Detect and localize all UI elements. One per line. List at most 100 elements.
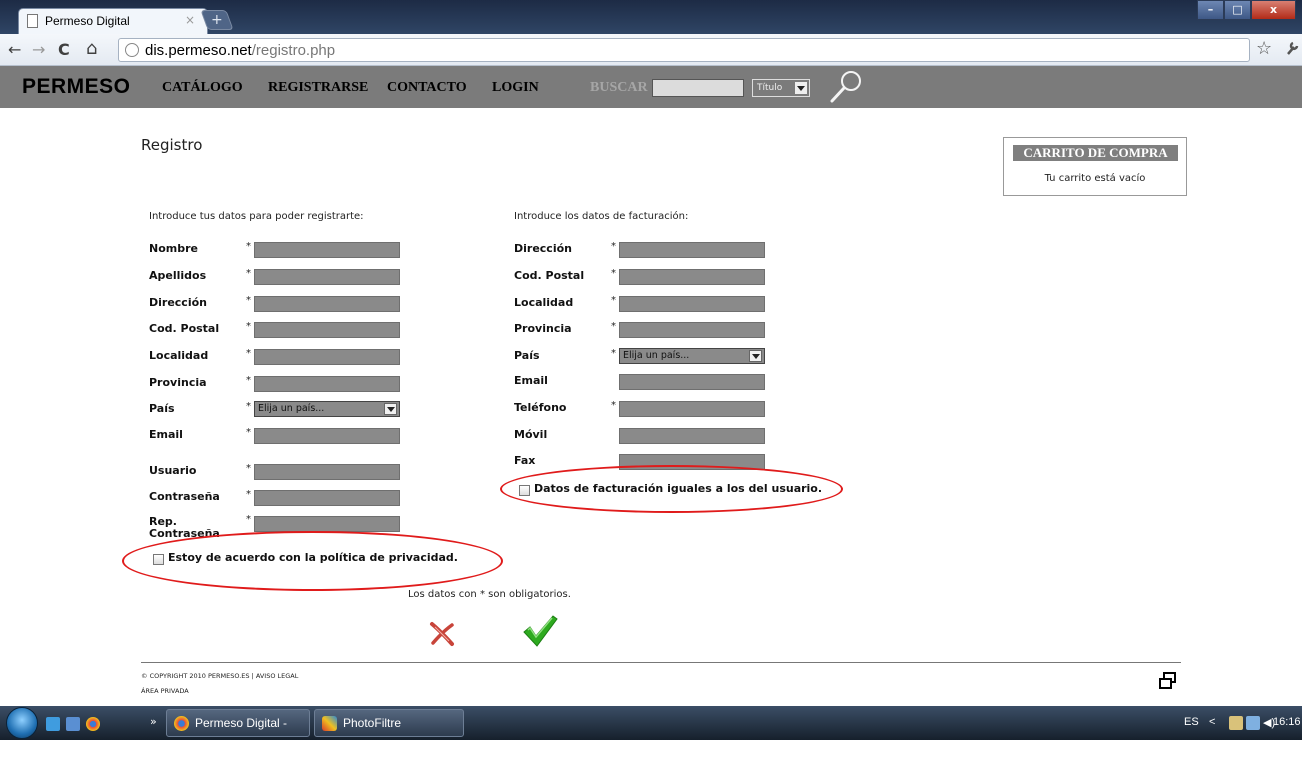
required-mark: * [611,241,616,252]
start-button[interactable] [6,707,38,739]
clock[interactable]: 16:16 [1273,716,1301,728]
site-header: PERMESO CATÁLOGO REGISTRARSE CONTACTO LO… [0,66,1302,108]
required-mark: * [246,375,251,386]
billing-email-input[interactable] [619,374,765,390]
telefono-input[interactable] [619,401,765,417]
user-intro: Introduce tus datos para poder registrar… [149,211,364,222]
chrome-icon[interactable] [86,717,100,731]
rep-contrasena-input[interactable] [254,516,400,532]
window-controls: – □ x [1197,0,1296,20]
cod-postal-label: Cod. Postal [149,322,220,335]
movil-input[interactable] [619,428,765,444]
taskbar-button-label: PhotoFiltre [343,716,402,730]
billing-pais-select[interactable]: Elija un país... [619,348,765,364]
taskbar-chrome-window[interactable]: Permeso Digital - G... [166,709,310,756]
more-chevron-icon[interactable]: » [150,715,157,728]
bookmark-star-icon[interactable]: ☆ [1256,38,1272,59]
fax-label: Fax [514,454,536,467]
billing-email-label: Email [514,374,548,387]
restore-window-icon[interactable] [1158,671,1178,691]
desktop-icon[interactable] [66,717,80,731]
close-window-button[interactable]: x [1251,0,1296,20]
cart-title[interactable]: CARRITO DE COMPRA [1013,145,1178,161]
email-input[interactable] [254,428,400,444]
cod-postal-input[interactable] [254,322,400,338]
taskbar-photofiltre-window[interactable]: PhotoFiltre [314,709,464,737]
contrasena-label: Contraseña [149,490,220,503]
billing-cod-postal-label: Cod. Postal [514,269,585,282]
browser-titlebar: Permeso Digital × + – □ x [0,0,1302,34]
network-icon[interactable] [1246,716,1260,730]
required-mark: * [246,295,251,306]
usuario-input[interactable] [254,464,400,480]
tray-app-icon[interactable] [1229,716,1243,730]
windows-taskbar: » Permeso Digital - G... PhotoFiltre ES … [0,706,1302,756]
required-mark: * [246,514,251,525]
chevron-down-icon [795,82,807,94]
taskbar-button-label: Permeso Digital - G... [195,716,288,756]
search-icon[interactable] [826,68,866,106]
required-mark: * [246,348,251,359]
required-note: Los datos con * son obligatorios. [408,589,571,600]
private-area-link[interactable]: ÁREA PRIVADA [141,687,189,695]
required-mark: * [611,295,616,306]
email-label: Email [149,428,183,441]
tab-close-icon[interactable]: × [185,13,195,27]
required-mark: * [611,268,616,279]
browser-tab[interactable]: Permeso Digital × [18,8,208,34]
forward-button[interactable]: → [32,40,45,59]
billing-highlight-ellipse [500,465,843,513]
provincia-label: Provincia [149,376,207,389]
wrench-icon[interactable] [1286,40,1300,60]
billing-direccion-label: Dirección [514,242,572,255]
billing-pais-select-value: Elija un país... [623,350,690,361]
billing-provincia-input[interactable] [619,322,765,338]
chrome-icon [174,716,189,731]
required-mark: * [246,321,251,332]
search-scope-select[interactable]: Título [752,79,810,97]
search-input[interactable] [652,79,744,97]
site-logo[interactable]: PERMESO [22,75,131,99]
billing-pais-label: País [514,349,540,362]
direccion-input[interactable] [254,296,400,312]
movil-label: Móvil [514,428,548,441]
url-path: /registro.php [251,42,336,59]
minimize-button[interactable]: – [1197,0,1224,20]
required-mark: * [246,463,251,474]
pais-select[interactable]: Elija un país... [254,401,400,417]
home-button[interactable]: ⌂ [86,38,97,59]
provincia-input[interactable] [254,376,400,392]
url-text: dis.permeso.net/registro.php [145,42,335,59]
menu-login[interactable]: LOGIN [492,80,539,96]
users-icon[interactable] [46,717,60,731]
billing-cod-postal-input[interactable] [619,269,765,285]
billing-localidad-input[interactable] [619,296,765,312]
menu-catalogo[interactable]: CATÁLOGO [162,80,243,96]
reload-button[interactable]: C [58,40,70,59]
required-mark: * [246,401,251,412]
menu-registrarse[interactable]: REGISTRARSE [268,80,368,96]
search-label: BUSCAR [590,80,648,95]
language-indicator[interactable]: ES [1184,716,1199,728]
back-button[interactable]: ← [8,40,21,59]
billing-direccion-input[interactable] [619,242,765,258]
copyright-text[interactable]: © COPYRIGHT 2010 PERMESO.ES | AVISO LEGA… [141,672,298,680]
pais-select-value: Elija un país... [258,403,325,414]
tray-expand-icon[interactable]: < [1209,716,1215,728]
address-bar[interactable]: dis.permeso.net/registro.php [118,38,1250,62]
maximize-button[interactable]: □ [1224,0,1251,20]
billing-intro: Introduce los datos de facturación: [514,211,689,222]
required-mark: * [246,427,251,438]
billing-provincia-label: Provincia [514,322,572,335]
cancel-button[interactable] [428,620,456,648]
required-mark: * [246,241,251,252]
accept-button[interactable] [522,614,558,648]
nombre-input[interactable] [254,242,400,258]
menu-contacto[interactable]: CONTACTO [387,80,467,96]
contrasena-input[interactable] [254,490,400,506]
chevron-down-icon [384,403,397,415]
url-host: dis.permeso.net [145,42,252,59]
localidad-input[interactable] [254,349,400,365]
pais-label: País [149,402,175,415]
apellidos-input[interactable] [254,269,400,285]
